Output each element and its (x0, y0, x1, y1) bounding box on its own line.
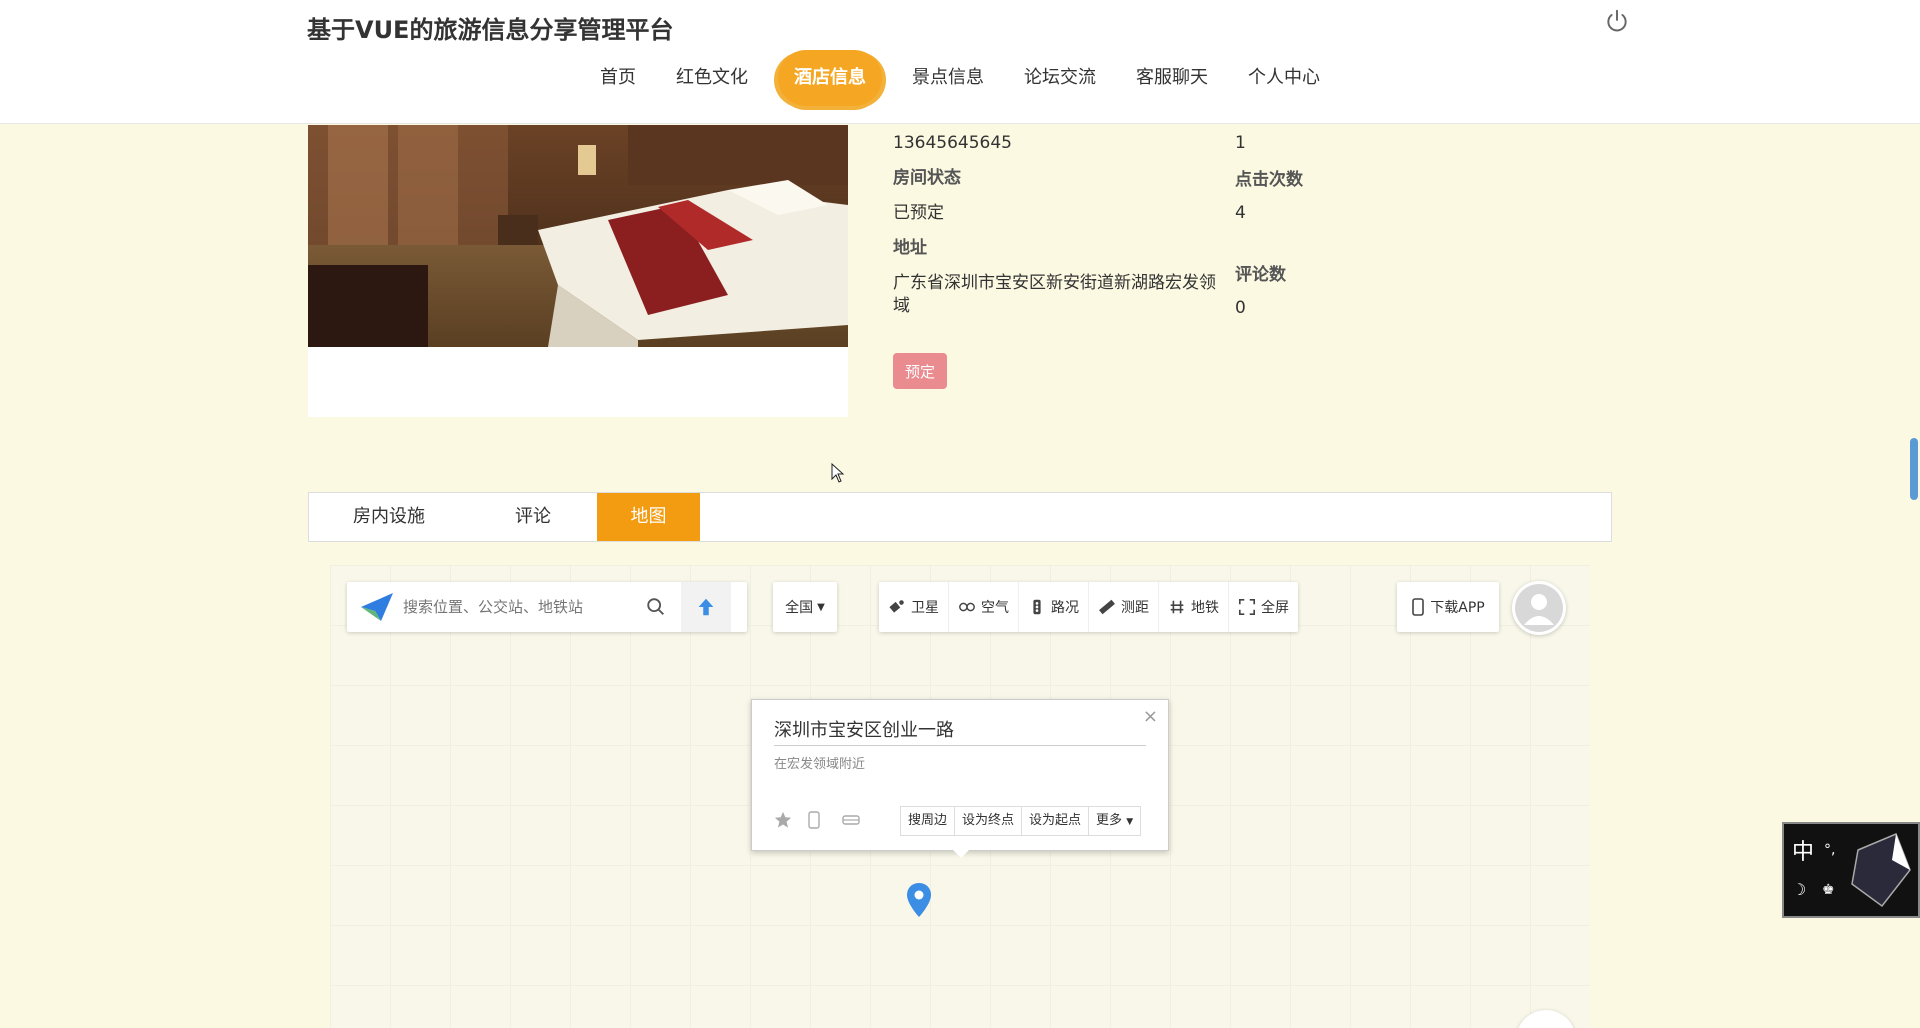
power-icon[interactable] (1604, 8, 1630, 34)
popup-divider (774, 745, 1146, 746)
phone-icon (1412, 598, 1425, 616)
map-search-input[interactable] (403, 592, 643, 622)
nav-forum[interactable]: 论坛交流 (1024, 50, 1096, 106)
set-destination-button[interactable]: 设为终点 (955, 807, 1023, 835)
map-info-popup: 深圳市宝安区创业一路 × 在宏发领域附近 搜周边 设为终点 设为起点 更多 ▼ (751, 699, 1169, 858)
download-app-button[interactable]: 下载APP (1397, 582, 1499, 632)
nav-personal-center[interactable]: 个人中心 (1248, 50, 1320, 106)
ruler-icon (1099, 599, 1115, 615)
hotel-room-image (308, 125, 848, 347)
detail-tabs: 房内设施 评论 地图 (308, 492, 1612, 542)
tool-subway[interactable]: 地铁 (1159, 582, 1229, 632)
nav-customer-chat[interactable]: 客服聊天 (1136, 50, 1208, 106)
tool-air[interactable]: 空气 (949, 582, 1019, 632)
tool-measure[interactable]: 测距 (1089, 582, 1159, 632)
map-search-box (347, 582, 747, 632)
map-logo-icon (361, 593, 393, 621)
more-button[interactable]: 更多 ▼ (1089, 807, 1140, 835)
fullscreen-icon (1238, 598, 1256, 616)
room-status-value: 已预定 (893, 203, 944, 223)
avatar[interactable] (1512, 581, 1566, 635)
tab-comments[interactable]: 评论 (469, 493, 597, 541)
close-icon[interactable]: × (1143, 706, 1158, 727)
nav-red-culture[interactable]: 红色文化 (676, 50, 748, 106)
map-pin-icon[interactable] (906, 882, 932, 918)
map-toolbar: 卫星 空气 路况 测距 地铁 全屏 (879, 582, 1298, 632)
clicks-label: 点击次数 (1235, 170, 1303, 190)
set-origin-button[interactable]: 设为起点 (1022, 807, 1090, 835)
popup-actions: 搜周边 设为终点 设为起点 更多 ▼ (900, 806, 1142, 836)
top-right-value: 1 (1235, 133, 1246, 153)
user-icon (1515, 584, 1563, 632)
site-header: 基于VUE的旅游信息分享管理平台 首页 红色文化 酒店信息 景点信息 论坛交流 … (0, 0, 1920, 124)
zoom-control[interactable] (1516, 1010, 1576, 1028)
comments-value: 0 (1235, 298, 1246, 318)
comments-label: 评论数 (1235, 265, 1286, 285)
tool-satellite[interactable]: 卫星 (879, 582, 949, 632)
address-value: 广东省深圳市宝安区新安街道新湖路宏发领域 (893, 273, 1216, 316)
ime-logo-icon (1851, 833, 1911, 908)
tab-map[interactable]: 地图 (597, 493, 700, 541)
book-button[interactable]: 预定 (893, 353, 947, 389)
star-icon[interactable] (774, 811, 792, 829)
air-icon (959, 602, 975, 612)
popup-subtitle: 在宏发领域附近 (774, 757, 866, 772)
car-icon[interactable] (841, 812, 861, 828)
clicks-value: 4 (1235, 203, 1246, 223)
region-select[interactable]: 全国 ▼ (773, 582, 837, 632)
nav-home[interactable]: 首页 (600, 50, 636, 106)
page-scrollbar[interactable] (1910, 438, 1918, 500)
main-nav: 首页 红色文化 酒店信息 景点信息 论坛交流 客服聊天 个人中心 (580, 50, 1340, 106)
tab-room-facilities[interactable]: 房内设施 (309, 493, 469, 541)
hotel-image-card (308, 125, 848, 417)
address-label: 地址 (893, 238, 927, 258)
nav-hotel-info[interactable]: 酒店信息 (778, 50, 882, 106)
moon-icon: ☽ (1792, 880, 1807, 899)
mouse-cursor-icon (831, 463, 845, 483)
chevron-down-icon: ▼ (817, 601, 825, 613)
subway-icon (1170, 600, 1184, 614)
search-nearby-button[interactable]: 搜周边 (901, 807, 956, 835)
popup-title: 深圳市宝安区创业一路 (774, 720, 954, 741)
popup-pointer (953, 850, 969, 858)
traffic-icon (1033, 599, 1041, 615)
region-label: 全国 (785, 600, 814, 616)
shirt-icon: ♚ (1822, 882, 1835, 898)
satellite-icon (889, 600, 904, 613)
phone-value: 13645645645 (893, 133, 1012, 153)
route-icon (698, 598, 714, 616)
ime-punct-icon: °, (1824, 842, 1836, 858)
tool-fullscreen[interactable]: 全屏 (1229, 582, 1298, 632)
mobile-icon[interactable] (808, 811, 820, 829)
tool-traffic[interactable]: 路况 (1019, 582, 1089, 632)
search-icon[interactable] (645, 596, 667, 618)
room-status-label: 房间状态 (893, 168, 961, 188)
nav-scenic-info[interactable]: 景点信息 (912, 50, 984, 106)
site-title: 基于VUE的旅游信息分享管理平台 (307, 16, 674, 44)
route-button[interactable] (681, 582, 731, 632)
ime-widget[interactable]: 中 °, ☽ ♚ (1782, 822, 1920, 918)
ime-mode-label: 中 (1792, 840, 1815, 865)
chevron-down-icon: ▼ (1126, 817, 1134, 827)
